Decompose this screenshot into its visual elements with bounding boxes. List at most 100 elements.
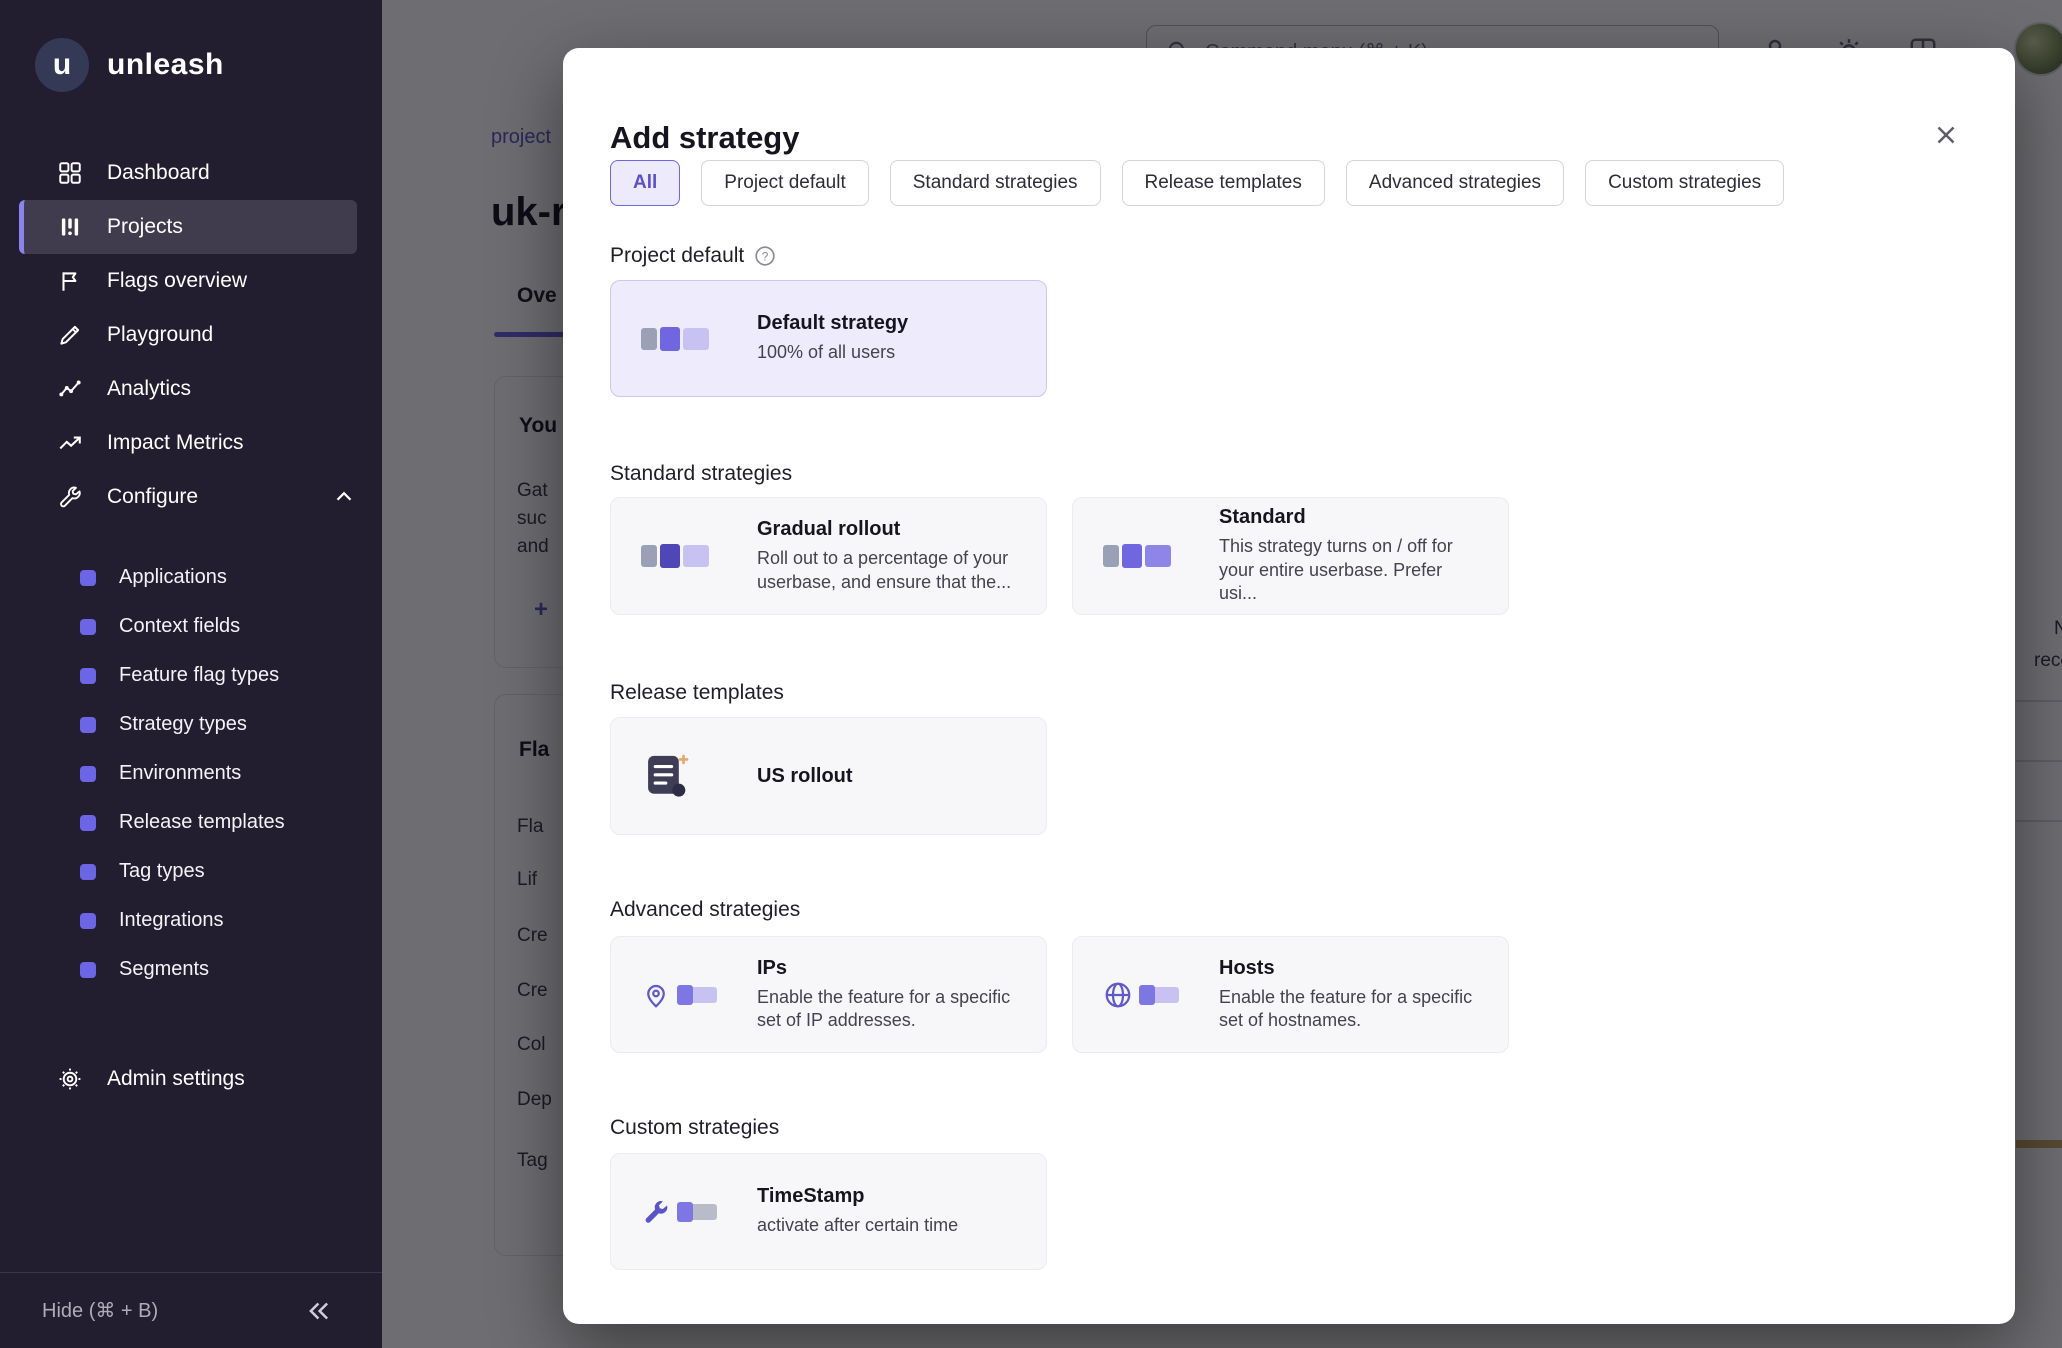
strategy-card-hosts[interactable]: Hosts Enable the feature for a specific … bbox=[1072, 936, 1509, 1053]
hide-shortcut-label: Hide (⌘ + B) bbox=[42, 1298, 158, 1323]
sidebar-item-flags-overview[interactable]: Flags overview bbox=[19, 254, 357, 308]
strategy-card-ips[interactable]: IPs Enable the feature for a specific se… bbox=[610, 936, 1047, 1053]
sub-item-label: Integrations bbox=[119, 909, 224, 932]
sidebar-item-analytics[interactable]: Analytics bbox=[19, 362, 357, 416]
bullet-icon bbox=[80, 913, 96, 929]
bullet-icon bbox=[80, 766, 96, 782]
strategy-card-default-strategy[interactable]: Default strategy 100% of all users bbox=[610, 280, 1047, 397]
bullet-icon bbox=[80, 668, 96, 684]
brand-logo[interactable]: u unleash bbox=[0, 0, 382, 92]
unleash-logo-icon: u bbox=[35, 38, 89, 92]
strategy-card-desc: Roll out to a percentage of your userbas… bbox=[757, 547, 1022, 594]
rollout-icon bbox=[641, 544, 731, 568]
strategy-card-title: IPs bbox=[757, 957, 1022, 980]
strategy-card-title: Standard bbox=[1219, 506, 1484, 529]
sidebar-item-tag-types[interactable]: Tag types bbox=[0, 847, 382, 896]
bullet-icon bbox=[80, 717, 96, 733]
section-heading: Standard strategies bbox=[610, 462, 792, 486]
location-pin-icon bbox=[641, 980, 731, 1010]
gear-icon bbox=[57, 1066, 83, 1092]
sidebar-item-applications[interactable]: Applications bbox=[0, 553, 382, 602]
section-heading: Release templates bbox=[610, 681, 784, 705]
sidebar-item-configure[interactable]: Configure bbox=[19, 470, 357, 524]
close-modal-button[interactable] bbox=[1931, 120, 1965, 154]
configure-subnav: Applications Context fields Feature flag… bbox=[0, 553, 382, 994]
filter-chip-all[interactable]: All bbox=[610, 160, 680, 206]
sub-item-label: Tag types bbox=[119, 860, 205, 883]
sidebar-item-label: Projects bbox=[107, 215, 183, 239]
section-heading: Custom strategies bbox=[610, 1116, 779, 1140]
sidebar-item-label: Configure bbox=[107, 485, 198, 509]
strategy-card-title: Hosts bbox=[1219, 957, 1484, 980]
sidebar-item-label: Impact Metrics bbox=[107, 431, 244, 455]
sidebar-item-segments[interactable]: Segments bbox=[0, 945, 382, 994]
sub-item-label: Segments bbox=[119, 958, 209, 981]
sub-item-label: Environments bbox=[119, 762, 241, 785]
sidebar-item-integrations[interactable]: Integrations bbox=[0, 896, 382, 945]
sidebar-item-label: Playground bbox=[107, 323, 213, 347]
strategy-card-desc: Enable the feature for a specific set of… bbox=[757, 986, 1022, 1033]
strategy-filter-chips: All Project default Standard strategies … bbox=[610, 160, 1784, 206]
question-icon[interactable]: ? bbox=[754, 245, 776, 267]
section-standard-strategies: Standard strategies bbox=[610, 462, 792, 486]
strategy-card-title: US rollout bbox=[757, 765, 853, 788]
filter-chip-advanced-strategies[interactable]: Advanced strategies bbox=[1346, 160, 1564, 206]
svg-text:?: ? bbox=[762, 249, 769, 263]
filter-chip-standard-strategies[interactable]: Standard strategies bbox=[890, 160, 1101, 206]
sidebar-item-context-fields[interactable]: Context fields bbox=[0, 602, 382, 651]
sidebar-item-impact-metrics[interactable]: Impact Metrics bbox=[19, 416, 357, 470]
sidebar-item-feature-flag-types[interactable]: Feature flag types bbox=[0, 651, 382, 700]
sidebar-item-dashboard[interactable]: Dashboard bbox=[19, 146, 357, 200]
strategy-card-standard[interactable]: Standard This strategy turns on / off fo… bbox=[1072, 497, 1509, 615]
sub-item-label: Feature flag types bbox=[119, 664, 279, 687]
sidebar-item-label: Analytics bbox=[107, 377, 191, 401]
sidebar-item-environments[interactable]: Environments bbox=[0, 749, 382, 798]
sidebar-item-playground[interactable]: Playground bbox=[19, 308, 357, 362]
sub-item-label: Applications bbox=[119, 566, 227, 589]
bullet-icon bbox=[80, 962, 96, 978]
sub-item-label: Release templates bbox=[119, 811, 285, 834]
sidebar-item-release-templates[interactable]: Release templates bbox=[0, 798, 382, 847]
sidebar-item-label: Admin settings bbox=[107, 1067, 245, 1091]
strategy-card-desc: 100% of all users bbox=[757, 341, 908, 364]
sub-item-label: Context fields bbox=[119, 615, 240, 638]
wrench-icon bbox=[57, 484, 83, 510]
rollout-icon bbox=[641, 327, 731, 351]
strategy-card-gradual-rollout[interactable]: Gradual rollout Roll out to a percentage… bbox=[610, 497, 1047, 615]
sub-item-label: Strategy types bbox=[119, 713, 247, 736]
bullet-icon bbox=[80, 815, 96, 831]
filter-chip-release-templates[interactable]: Release templates bbox=[1122, 160, 1325, 206]
strategy-card-timestamp[interactable]: TimeStamp activate after certain time bbox=[610, 1153, 1047, 1270]
double-chevron-left-icon bbox=[304, 1296, 334, 1326]
projects-icon bbox=[57, 214, 83, 240]
sidebar: u unleash Dashboard Projects Flags overv… bbox=[0, 0, 382, 1348]
brand-name: unleash bbox=[107, 48, 224, 82]
bullet-icon bbox=[80, 864, 96, 880]
section-heading: Advanced strategies bbox=[610, 898, 800, 922]
add-strategy-modal: Add strategy All Project default Standar… bbox=[563, 48, 2015, 1324]
collapse-sidebar-button[interactable] bbox=[301, 1293, 337, 1329]
analytics-icon bbox=[57, 376, 83, 402]
strategy-card-us-rollout[interactable]: US rollout bbox=[610, 717, 1047, 835]
section-advanced-strategies: Advanced strategies bbox=[610, 898, 800, 922]
trend-icon bbox=[57, 430, 83, 456]
template-icon bbox=[641, 750, 731, 802]
strategy-card-desc: activate after certain time bbox=[757, 1214, 958, 1237]
filter-chip-project-default[interactable]: Project default bbox=[701, 160, 868, 206]
wrench-icon bbox=[641, 1197, 731, 1227]
globe-icon bbox=[1103, 980, 1193, 1010]
strategy-card-desc: Enable the feature for a specific set of… bbox=[1219, 986, 1484, 1033]
close-icon bbox=[1931, 120, 1961, 150]
logo-letter: u bbox=[53, 48, 71, 82]
sidebar-item-strategy-types[interactable]: Strategy types bbox=[0, 700, 382, 749]
primary-nav: Dashboard Projects Flags overview Playgr… bbox=[0, 146, 382, 524]
filter-chip-custom-strategies[interactable]: Custom strategies bbox=[1585, 160, 1784, 206]
dashboard-icon bbox=[57, 160, 83, 186]
section-custom-strategies: Custom strategies bbox=[610, 1116, 779, 1140]
sidebar-item-label: Dashboard bbox=[107, 161, 210, 185]
sidebar-item-admin-settings[interactable]: Admin settings bbox=[19, 1052, 357, 1106]
strategy-card-desc: This strategy turns on / off for your en… bbox=[1219, 535, 1484, 605]
admin-nav: Admin settings bbox=[0, 1052, 382, 1106]
sidebar-item-projects[interactable]: Projects bbox=[19, 200, 357, 254]
strategy-card-title: TimeStamp bbox=[757, 1185, 958, 1208]
